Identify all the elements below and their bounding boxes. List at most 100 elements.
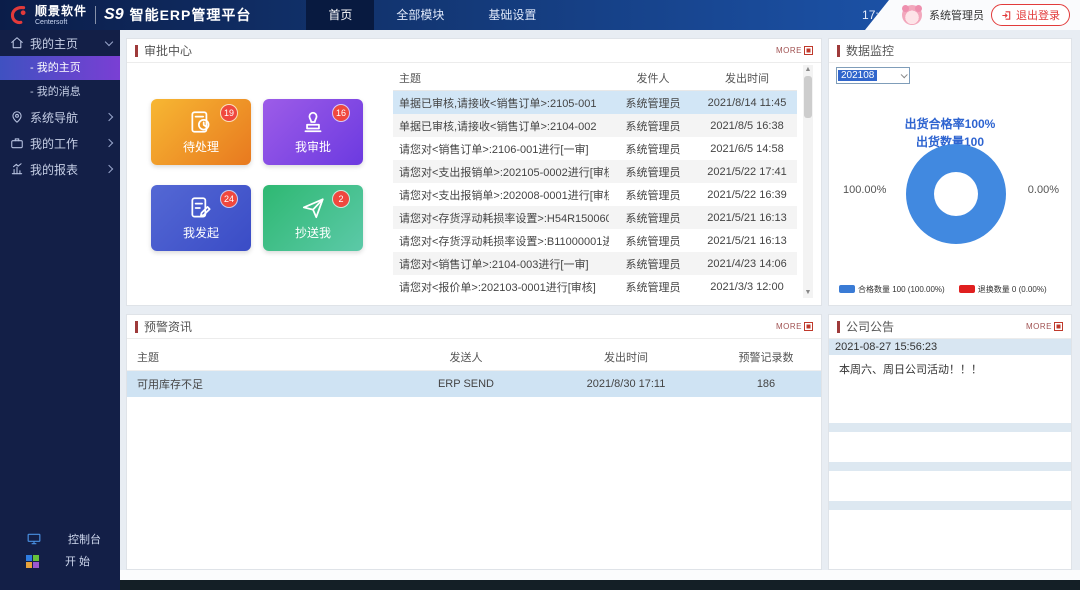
divider [95,6,96,24]
announcement-item[interactable]: 2021-08-27 15:56:23 本周六、周日公司活动！！！ [829,339,1071,387]
username: 系统管理员 [929,7,984,23]
tile-cc-to-me[interactable]: 抄送我 2 [263,185,363,251]
table-row[interactable]: 请您对<销售订单>:2106-001进行[一审] 系统管理员 2021/6/5 … [393,137,797,160]
tile-my-initiated[interactable]: 我发起 24 [151,185,251,251]
cell-sender: 系统管理员 [609,187,697,203]
announcement-empty-item [829,387,1071,423]
cell-subject: 请您对<支出报销单>:202105-0002进行[审核] [393,164,609,180]
tile-label: 抄送我 [295,224,331,241]
table-row[interactable]: 请您对<销售订单>:2104-003进行[一审] 系统管理员 2021/4/23… [393,252,797,275]
cell-time: 2021/6/5 14:58 [697,143,797,155]
legend-item-qualified: 合格数量 100 (100.00%) [839,284,945,295]
table-row[interactable]: 请您对<存货浮动耗损率设置>:B11000001进行[审核] 系统管理员 202… [393,229,797,252]
map-pin-icon [10,110,24,124]
cell-sender: 系统管理员 [609,118,697,134]
sidebar: 我的主页 我的主页 我的消息 系统导航 我的工作 我的报表 [0,30,120,590]
badge-count: 24 [221,191,237,207]
more-icon [804,46,813,55]
header-user-area: 系统管理员 退出登录 [865,0,1080,30]
donut-chart: 100.00% 0.00% [829,139,1073,269]
cell-record-count: 186 [711,378,821,390]
console-button[interactable]: 控制台 [0,528,120,550]
cell-subject: 请您对<销售订单>:2106-001进行[一审] [393,141,609,157]
alerts-more-button[interactable]: MORE [776,322,813,331]
table-row[interactable]: 请您对<支出报销单>:202008-0001进行[审核] 系统管理员 2021/… [393,183,797,206]
scroll-up-icon[interactable]: ▲ [803,65,813,75]
announcement-empty-item [829,501,1071,510]
sidebar-item-label: 系统导航 [30,109,100,126]
swirl-logo-icon [8,4,30,26]
donut-label-right: 0.00% [1028,184,1059,196]
table-row[interactable]: 请您对<支出报销单>:202105-0002进行[审核] 系统管理员 2021/… [393,160,797,183]
data-monitor-panel: 数据监控 202108 出货合格率100% 出货数量100 100.00% 0.… [828,38,1072,306]
announcement-text: 本周六、周日公司活动！！！ [829,355,1071,387]
main-nav: 首页 全部模块 基础设置 [306,0,558,30]
more-icon [804,322,813,331]
stamp-icon [300,109,326,135]
cell-time: 2021/8/5 16:38 [697,120,797,132]
cell-time: 2021/5/21 16:13 [697,212,797,224]
sidebar-item-my-reports[interactable]: 我的报表 [0,156,120,182]
table-row[interactable]: 请您对<存货浮动耗损率设置>:H54R15006002进行[审核] 系统管理员 … [393,206,797,229]
sidebar-subitem-my-home[interactable]: 我的主页 [0,56,120,80]
period-select[interactable]: 202108 [836,67,910,84]
col-sender: 发送人 [391,349,541,365]
tile-pending[interactable]: 待处理 19 [151,99,251,165]
table-row[interactable]: 单据已审核,请接收<销售订单>:2104-002 系统管理员 2021/8/5 … [393,114,797,137]
cell-subject: 单据已审核,请接收<销售订单>:2104-002 [393,118,609,134]
announcement-date: 2021-08-27 15:56:23 [829,339,1071,355]
badge-count: 2 [333,191,349,207]
tile-my-approvals[interactable]: 我审批 16 [263,99,363,165]
tile-label: 待处理 [183,138,219,155]
s9-logo: S9 [104,6,124,24]
scrollbar[interactable]: ▲ ▼ [803,65,813,298]
sidebar-item-my-work[interactable]: 我的工作 [0,130,120,156]
nav-tab-home[interactable]: 首页 [306,0,374,30]
table-row[interactable]: 可用库存不足 ERP SEND 2021/8/30 17:11 186 [127,371,821,397]
announcement-empty-item [829,432,1071,462]
start-button[interactable]: 开 始 [0,550,120,572]
nav-tab-base-settings[interactable]: 基础设置 [466,0,558,30]
logo-en: Centersoft [35,19,87,26]
cell-sender: 系统管理员 [609,256,697,272]
cell-time: 2021/4/23 14:06 [697,258,797,270]
cell-time: 2021/5/22 17:41 [697,166,797,178]
col-subject: 主题 [127,349,391,365]
app-title: 智能ERP管理平台 [130,5,252,25]
scroll-thumb[interactable] [804,76,812,118]
cell-time: 2021/5/21 16:13 [697,235,797,247]
table-row[interactable]: 单据已审核,请接收<销售订单>:2105-001 系统管理员 2021/8/14… [393,91,797,114]
announcements-more-button[interactable]: MORE [1026,322,1063,331]
logout-icon [1001,10,1012,21]
chart-legend: 合格数量 100 (100.00%) 退换数量 0 (0.00%) [839,284,1047,295]
donut-ring[interactable] [906,144,1006,244]
start-label: 开 始 [65,553,90,569]
tile-label: 我发起 [183,224,219,241]
announcement-empty-item [829,423,1071,432]
sidebar-item-my-home[interactable]: 我的主页 [0,30,120,56]
pass-rate-text: 出货合格率100% [829,115,1071,133]
nav-tab-all-modules[interactable]: 全部模块 [374,0,466,30]
cell-sender: 系统管理员 [609,95,697,111]
sidebar-item-system-nav[interactable]: 系统导航 [0,104,120,130]
donut-label-left: 100.00% [843,184,886,196]
monitor-panel-title: 数据监控 [846,42,1063,59]
cell-sender: 系统管理员 [609,279,697,295]
legend-item-returned: 退换数量 0 (0.00%) [959,284,1047,295]
approval-more-button[interactable]: MORE [776,46,813,55]
scroll-down-icon[interactable]: ▼ [803,288,813,298]
sidebar-subitem-my-messages[interactable]: 我的消息 [0,80,120,104]
announcements-panel: 公司公告 MORE 2021-08-27 15:56:23 本周六、周日公司活动… [828,314,1072,570]
alerts-panel-title: 预警资讯 [144,318,776,335]
avatar[interactable] [902,5,922,25]
sidebar-subitem-label: 我的主页 [30,62,81,74]
table-row[interactable]: 请您对<报价单>:202103-0001进行[审核] 系统管理员 2021/3/… [393,275,797,298]
more-icon [1054,322,1063,331]
cell-subject: 可用库存不足 [127,376,391,392]
more-label: MORE [1026,322,1052,331]
logout-button[interactable]: 退出登录 [991,4,1070,26]
logout-label: 退出登录 [1016,7,1060,23]
chevron-right-icon [105,165,113,173]
brand-logo: 顺景软件 Centersoft [0,4,87,26]
console-label: 控制台 [68,531,101,547]
